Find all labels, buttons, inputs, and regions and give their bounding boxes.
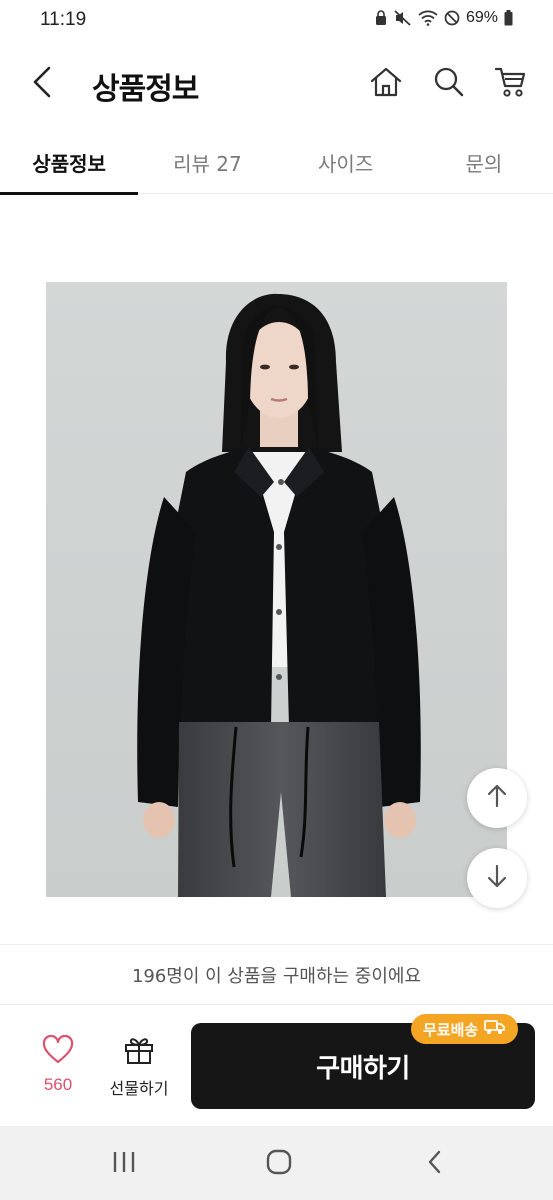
status-time: 11:19 (40, 9, 87, 30)
product-image (46, 282, 507, 897)
battery-level: 69% (465, 9, 498, 26)
system-home-button[interactable] (254, 1144, 304, 1184)
recent-apps-icon (111, 1150, 137, 1178)
search-icon (433, 66, 465, 102)
page-title: 상품정보 (92, 72, 199, 107)
battery-icon (504, 10, 513, 26)
app-header: 상품정보 (0, 42, 553, 128)
tab-inquiry[interactable]: 문의 (415, 128, 553, 194)
heart-icon (42, 1034, 74, 1069)
do-not-disturb-icon (444, 10, 460, 26)
purchase-notice: 196명이 이 상품을 구매하는 중이에요 (0, 944, 553, 1004)
bottom-action-bar: 560 선물하기 구매하기 무료배송 (0, 1004, 553, 1126)
status-icons: 69% (374, 9, 513, 27)
back-button[interactable] (22, 62, 62, 106)
like-button[interactable]: 560 (28, 1034, 88, 1101)
tab-reviews[interactable]: 리뷰 27 (138, 128, 276, 194)
cart-icon (494, 65, 528, 103)
home-icon (369, 66, 403, 102)
arrow-up-icon (486, 784, 508, 812)
scroll-down-button[interactable] (467, 848, 527, 908)
wifi-icon (418, 10, 438, 26)
product-tabs: 상품정보 리뷰 27 사이즈 문의 (0, 128, 553, 195)
cart-button[interactable] (489, 62, 533, 106)
truck-icon (484, 1019, 506, 1039)
free-shipping-label: 무료배송 (423, 1020, 479, 1039)
system-back-button[interactable] (409, 1144, 459, 1184)
gift-label: 선물하기 (109, 1079, 169, 1098)
status-bar: 11:19 69% (0, 0, 553, 42)
tab-product-info[interactable]: 상품정보 (0, 128, 139, 195)
lock-notification-icon (374, 10, 388, 26)
system-back-icon (425, 1149, 443, 1179)
gift-icon (123, 1035, 155, 1069)
tab-size[interactable]: 사이즈 (277, 128, 415, 194)
free-shipping-badge: 무료배송 (411, 1014, 519, 1044)
chevron-left-icon (31, 65, 53, 103)
search-button[interactable] (427, 62, 471, 106)
arrow-down-icon (486, 864, 508, 892)
gift-button[interactable]: 선물하기 (102, 1035, 176, 1101)
recent-apps-button[interactable] (99, 1144, 149, 1184)
like-count: 560 (43, 1075, 73, 1094)
home-button[interactable] (364, 62, 408, 106)
system-navigation-bar (0, 1126, 553, 1200)
mute-icon (394, 10, 412, 26)
system-home-icon (265, 1148, 293, 1180)
scroll-up-button[interactable] (467, 768, 527, 828)
